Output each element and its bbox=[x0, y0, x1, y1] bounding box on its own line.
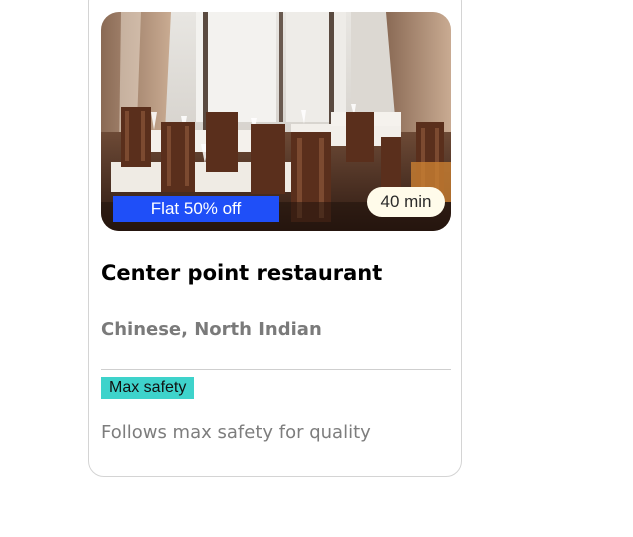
delivery-time-badge: 40 min bbox=[367, 187, 445, 217]
divider bbox=[101, 369, 451, 370]
offer-badge: Flat 50% off bbox=[113, 196, 279, 222]
safety-description: Follows max safety for quality bbox=[101, 422, 371, 443]
safety-badge: Max safety bbox=[101, 377, 195, 399]
restaurant-card[interactable]: Flat 50% off 40 min Center point restaur… bbox=[88, 0, 462, 477]
restaurant-photo[interactable]: Flat 50% off 40 min bbox=[101, 12, 451, 231]
restaurant-name[interactable]: Center point restaurant bbox=[101, 261, 382, 285]
cuisine-text: Chinese, North Indian bbox=[101, 319, 322, 340]
